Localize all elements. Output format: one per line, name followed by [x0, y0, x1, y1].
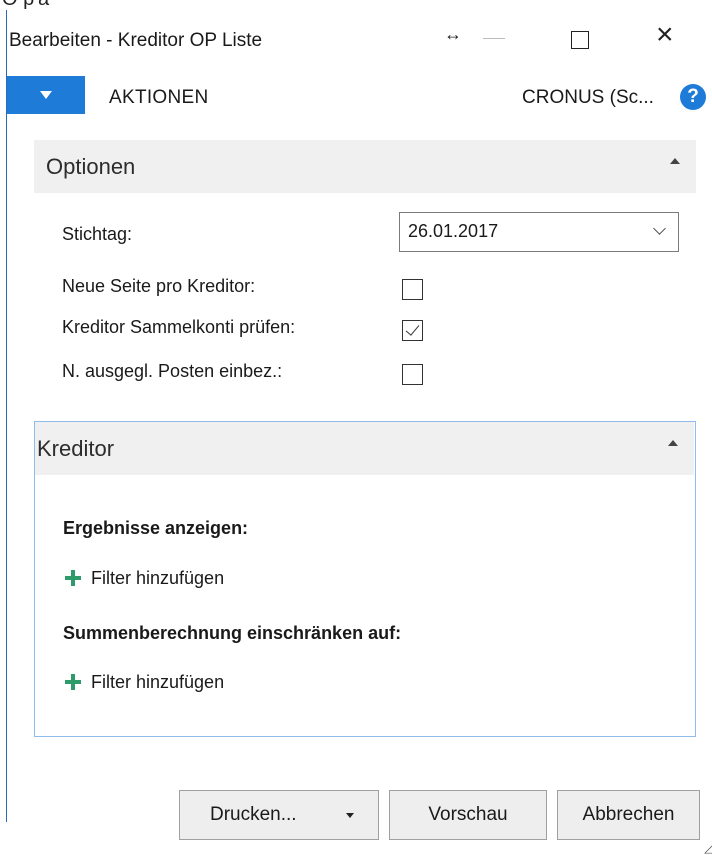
stichtag-label: Stichtag:: [62, 224, 133, 244]
resize-grip-icon[interactable]: ◿: [704, 841, 712, 855]
ausgegl-label: N. ausgegl. Posten einbez.:: [62, 361, 283, 381]
title-bar[interactable]: Bearbeiten - Kreditor OP Liste ↔ ×: [7, 10, 712, 68]
stichtag-value[interactable]: 26.01.2017: [408, 221, 498, 242]
dropdown-arrow-icon[interactable]: [346, 813, 354, 818]
add-filter-link-results[interactable]: Filter hinzufügen: [65, 568, 224, 589]
print-button[interactable]: Drucken...: [179, 790, 379, 840]
top-cropped-text: Ö̈ p'a: [2, 0, 49, 10]
sammelkonti-label: Kreditor Sammelkonti prüfen:: [62, 317, 296, 337]
sum-limit-heading: Summenberechnung einschränken auf:: [63, 623, 402, 643]
dropdown-triangle-icon: [40, 91, 52, 99]
minimize-icon[interactable]: [483, 38, 505, 39]
company-name: CRONUS (Sc...: [522, 87, 654, 108]
checkmark-icon: [405, 321, 420, 336]
kreditor-section: Kreditor Ergebnisse anzeigen: Filter hin…: [34, 421, 696, 737]
chevron-down-icon[interactable]: [653, 222, 666, 235]
actions-tab[interactable]: AKTIONEN: [109, 87, 209, 109]
top-cropped-strip: Ö̈ p'a: [0, 0, 712, 10]
window-left-border: [6, 10, 7, 822]
neue-seite-checkbox[interactable]: [402, 279, 423, 300]
section-header-optionen[interactable]: Optionen: [34, 140, 696, 193]
preview-button[interactable]: Vorschau: [389, 790, 547, 840]
ausgegl-checkbox[interactable]: [402, 364, 423, 385]
section-title-optionen: Optionen: [46, 154, 136, 179]
action-bar: AKTIONEN CRONUS (Sc... ?: [7, 68, 712, 126]
add-filter-link-sum[interactable]: Filter hinzufügen: [65, 672, 224, 693]
add-filter-label: Filter hinzufügen: [91, 672, 225, 692]
plus-icon: [65, 674, 81, 690]
close-icon[interactable]: ×: [656, 20, 674, 50]
stichtag-date-field[interactable]: 26.01.2017: [399, 212, 679, 252]
sammelkonti-checkbox[interactable]: [402, 320, 423, 341]
collapse-chevron-icon[interactable]: [668, 440, 678, 446]
cancel-button[interactable]: Abbrechen: [557, 790, 700, 840]
plus-icon: [65, 570, 81, 586]
section-header-kreditor[interactable]: Kreditor: [35, 422, 694, 475]
report-dialog-window: Ö̈ p'a Bearbeiten - Kreditor OP Liste ↔ …: [0, 0, 712, 855]
add-filter-label: Filter hinzufügen: [91, 568, 225, 588]
collapse-chevron-icon[interactable]: [670, 158, 680, 164]
results-heading: Ergebnisse anzeigen:: [63, 518, 249, 538]
resize-arrows-icon: ↔: [444, 24, 462, 44]
section-title-kreditor: Kreditor: [37, 436, 115, 461]
app-menu-button[interactable]: [7, 76, 85, 114]
maximize-icon[interactable]: [571, 31, 589, 49]
neue-seite-label: Neue Seite pro Kreditor:: [62, 276, 256, 296]
help-icon[interactable]: ?: [680, 84, 706, 110]
print-button-label: Drucken...: [210, 804, 297, 825]
window-title: Bearbeiten - Kreditor OP Liste: [9, 30, 263, 51]
